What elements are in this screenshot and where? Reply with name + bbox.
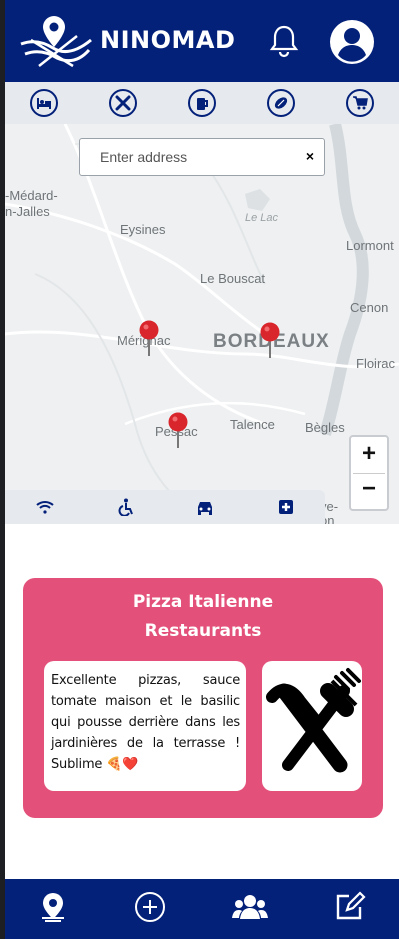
map-label: Bègles bbox=[305, 420, 345, 435]
add-circle-icon[interactable] bbox=[134, 891, 166, 928]
bed-icon[interactable] bbox=[30, 89, 59, 117]
map-label: Talence bbox=[230, 417, 275, 432]
map-base bbox=[5, 124, 399, 524]
map-marker-pin-icon[interactable] bbox=[259, 322, 281, 358]
zoom-in-button[interactable]: + bbox=[351, 437, 387, 472]
wheelchair-icon[interactable] bbox=[117, 498, 133, 516]
place-card[interactable]: Pizza Italienne Restaurants Excellente p… bbox=[23, 578, 383, 818]
zoom-divider bbox=[353, 473, 385, 474]
restaurant-icon bbox=[262, 661, 362, 791]
map-label: Floirac bbox=[356, 356, 396, 371]
map-label: -Médard- bbox=[5, 188, 58, 203]
app-screen: NINOMAD -Médard- n-Jalles Eysines Le Lac… bbox=[5, 0, 399, 939]
place-card-header: Pizza Italienne Restaurants bbox=[23, 588, 383, 646]
zoom-out-button[interactable]: − bbox=[351, 472, 387, 507]
restaurant-icon[interactable] bbox=[109, 89, 138, 117]
nomad-logo[interactable] bbox=[17, 14, 95, 70]
car-icon[interactable] bbox=[195, 499, 215, 515]
beer-icon[interactable] bbox=[187, 89, 216, 117]
first-aid-icon[interactable] bbox=[278, 499, 294, 515]
place-category: Restaurants bbox=[144, 621, 262, 641]
clear-search-button[interactable]: × bbox=[306, 148, 314, 164]
cart-icon[interactable] bbox=[345, 89, 374, 117]
address-search-box: × bbox=[79, 138, 325, 176]
map-marker-pin-icon[interactable] bbox=[138, 320, 160, 356]
brand-name: NINOMAD bbox=[100, 26, 236, 54]
map-label: Le Lac bbox=[245, 212, 279, 224]
sport-ball-icon[interactable] bbox=[266, 89, 295, 117]
map-pin-icon[interactable] bbox=[38, 891, 68, 928]
bell-icon[interactable] bbox=[269, 24, 299, 58]
user-avatar-icon[interactable] bbox=[329, 19, 375, 65]
map-label: Cenon bbox=[350, 300, 389, 315]
wifi-icon[interactable] bbox=[36, 500, 54, 514]
bottom-navigation bbox=[5, 879, 399, 939]
zoom-control: + − bbox=[349, 435, 389, 511]
map-marker-pin-icon[interactable] bbox=[167, 412, 189, 448]
place-review: Excellente pizzas, sauce tomate maison e… bbox=[44, 661, 246, 791]
map-label: n-Jalles bbox=[5, 204, 50, 219]
map-label: Lormont bbox=[346, 238, 394, 253]
place-name: Pizza Italienne bbox=[132, 592, 274, 612]
map-view[interactable]: -Médard- n-Jalles Eysines Le Lac Lormont… bbox=[5, 124, 399, 524]
map-label: Le Bouscat bbox=[200, 271, 266, 286]
edit-icon[interactable] bbox=[334, 890, 366, 928]
address-search-input[interactable] bbox=[88, 139, 312, 174]
top-header: NINOMAD bbox=[5, 0, 399, 82]
users-icon[interactable] bbox=[232, 893, 268, 926]
map-label: Eysines bbox=[120, 222, 166, 237]
amenities-bar bbox=[5, 490, 325, 524]
category-bar bbox=[5, 82, 399, 124]
